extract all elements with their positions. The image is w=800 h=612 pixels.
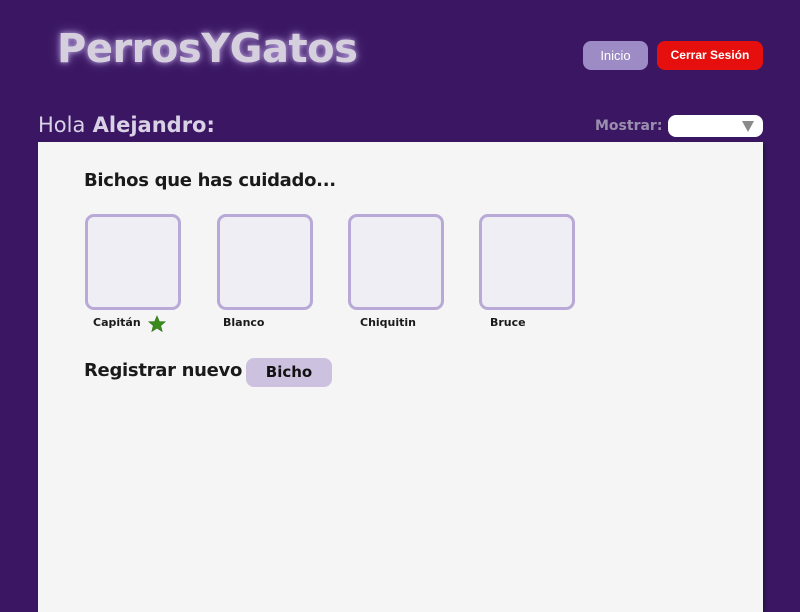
pet-card-blanco[interactable] [217,214,313,310]
inicio-button[interactable]: Inicio [583,41,648,70]
register-bicho-button[interactable]: Bicho [246,358,332,387]
filter-label: Mostrar: [595,118,663,134]
section-title: Bichos que has cuidado... [84,170,336,191]
favorite-star-icon [148,315,166,333]
pet-card-chiquitin[interactable] [348,214,444,310]
filter-select[interactable] [668,115,763,137]
app-logo: PerrosYGatos [57,26,358,72]
main-panel: Bichos que has cuidado... Capitán Blanco… [38,142,763,612]
greeting: Hola Alejandro: [38,111,215,139]
pet-name-chiquitin: Chiquitin [360,316,417,329]
dropdown-arrow-icon [742,121,754,132]
greeting-hola: Hola [38,113,86,137]
pet-name-capitan: Capitán [93,316,141,329]
pet-card-capitan[interactable] [85,214,181,310]
pet-card-bruce[interactable] [479,214,575,310]
register-label: Registrar nuevo [84,360,243,381]
pet-name-blanco: Blanco [223,316,265,329]
pet-name-bruce: Bruce [490,316,526,329]
greeting-username: Alejandro: [92,113,215,137]
logout-button[interactable]: Cerrar Sesión [657,41,763,70]
